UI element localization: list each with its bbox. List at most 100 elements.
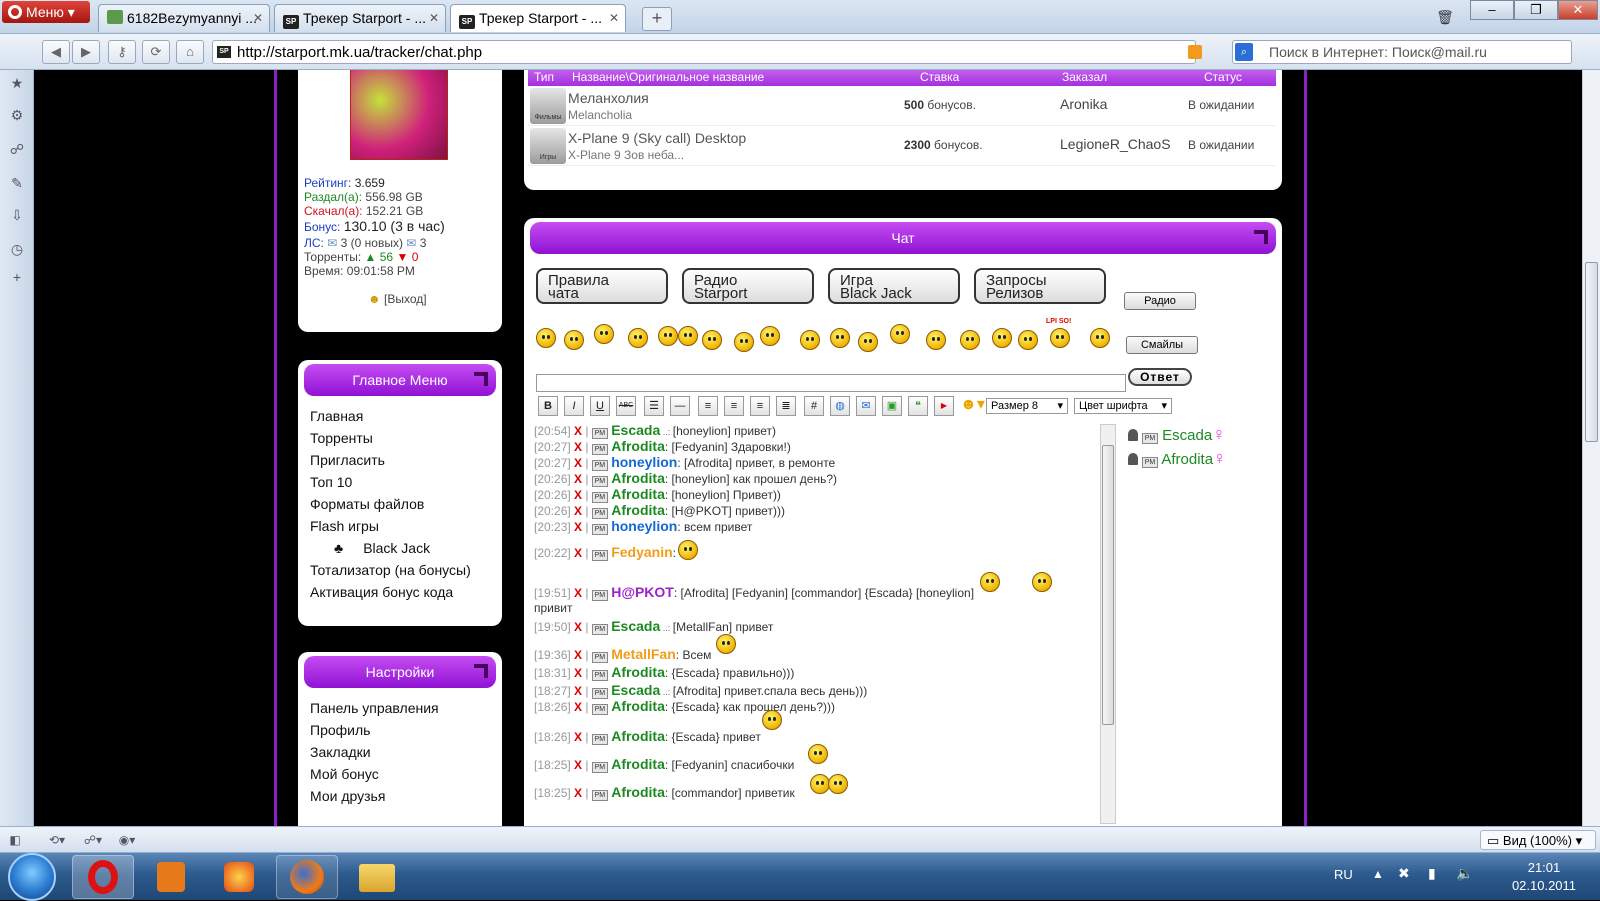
request-name[interactable]: X-Plane 9 (Sky call) Desktop xyxy=(568,130,746,146)
battery-icon[interactable]: ▮ xyxy=(1428,865,1436,882)
back-button[interactable]: ◀ xyxy=(42,40,70,64)
maximize-button[interactable]: ❐ xyxy=(1514,0,1558,20)
delete-message-icon[interactable]: X xyxy=(574,786,582,800)
font-color-select[interactable]: Цвет шрифта ▾ xyxy=(1074,398,1172,414)
chat-message-input[interactable] xyxy=(536,374,1126,392)
pm-icon[interactable]: PM xyxy=(1142,457,1158,468)
radio-button[interactable]: Радио xyxy=(1124,292,1196,310)
sync-icon[interactable]: ⟲▾ xyxy=(44,831,70,849)
start-button[interactable] xyxy=(8,853,56,901)
list-icon[interactable]: ☰ xyxy=(644,396,664,416)
key-icon[interactable]: ⚷ xyxy=(108,40,136,64)
notes-icon[interactable]: ✎ xyxy=(8,174,26,192)
menu-item-top10[interactable]: Топ 10 xyxy=(310,474,352,490)
smiley-blush-icon[interactable] xyxy=(734,332,754,352)
message-nick[interactable]: Afrodita xyxy=(611,502,665,518)
pm-icon[interactable]: PM xyxy=(591,762,608,773)
pm-icon[interactable]: PM xyxy=(591,524,608,535)
url-field[interactable]: SP http://starport.mk.ua/tracker/chat.php xyxy=(212,40,1196,64)
font-size-select[interactable]: Размер 8 ▾ xyxy=(986,398,1068,414)
delete-message-icon[interactable]: X xyxy=(574,520,582,534)
minimize-button[interactable]: ‒ xyxy=(1470,0,1514,20)
panel-toggle-icon[interactable]: ◧ xyxy=(6,831,24,849)
logout-link[interactable]: ☻ [Выход] xyxy=(368,292,427,306)
delete-message-icon[interactable]: X xyxy=(574,488,582,502)
zoom-control[interactable]: ▭ Вид (100%) ▾ xyxy=(1480,830,1596,850)
search-icon[interactable]: ⌕ xyxy=(1235,43,1253,61)
message-nick[interactable]: honeylion xyxy=(611,518,677,534)
youtube-icon[interactable]: ▶ xyxy=(934,396,954,416)
menu-item-torrents[interactable]: Торренты xyxy=(310,430,373,446)
align-center-icon[interactable]: ≡ xyxy=(724,396,744,416)
smiley-kiss-icon[interactable] xyxy=(1018,330,1038,350)
italic-button[interactable]: I xyxy=(564,396,584,416)
menu-item-flash-games[interactable]: Flash игры xyxy=(310,518,379,534)
bookmarks-icon[interactable]: ★ xyxy=(8,74,26,92)
online-user-name[interactable]: Escada xyxy=(1162,427,1212,444)
smiley-hat-icon[interactable] xyxy=(800,330,820,350)
quote-icon[interactable]: ❝ xyxy=(908,396,928,416)
smiley-picker-icon[interactable]: ☻▾ xyxy=(960,394,985,414)
hr-icon[interactable]: — xyxy=(670,396,690,416)
opera-taskbar-button[interactable] xyxy=(72,855,134,899)
pm-icon[interactable]: PM xyxy=(591,734,608,745)
smiley-icon[interactable] xyxy=(536,328,556,348)
pm-icon[interactable]: PM xyxy=(591,790,608,801)
tab-3-active[interactable]: SP Трекер Starport - ... ✕ xyxy=(450,4,626,32)
pm-icon[interactable]: PM xyxy=(591,550,608,561)
clock[interactable]: 21:01 02.10.2011 xyxy=(1504,859,1584,895)
delete-message-icon[interactable]: X xyxy=(574,666,582,680)
history-icon[interactable]: ◷ xyxy=(8,240,26,258)
unite-icon[interactable]: ☍ xyxy=(8,140,26,158)
delete-message-icon[interactable]: X xyxy=(574,472,582,486)
message-nick[interactable]: MetallFan xyxy=(611,646,676,662)
menu-item-blackjack[interactable]: ♣ Black Jack xyxy=(334,540,430,556)
home-icon[interactable]: ⌂ xyxy=(176,40,204,64)
pm-line[interactable]: ЛС: ✉ 3 (0 новых) ✉ 3 xyxy=(304,236,426,250)
online-user-name[interactable]: Afrodita xyxy=(1161,451,1213,468)
hash-icon[interactable]: # xyxy=(804,396,824,416)
delete-message-icon[interactable]: X xyxy=(574,700,582,714)
delete-message-icon[interactable]: X xyxy=(574,684,582,698)
pm-icon[interactable]: PM xyxy=(591,704,608,715)
image-icon[interactable]: ▣ xyxy=(882,396,902,416)
radio-starport-button[interactable]: Радио Starport xyxy=(682,268,814,304)
tab-1[interactable]: 6182Bezymyannyi ... ✕ xyxy=(98,4,270,32)
delete-message-icon[interactable]: X xyxy=(574,546,582,560)
menu-item-home[interactable]: Главная xyxy=(310,408,363,424)
message-nick[interactable]: honeylion xyxy=(611,454,677,470)
tab-2[interactable]: SP Трекер Starport - ... ✕ xyxy=(274,4,446,32)
delete-message-icon[interactable]: X xyxy=(574,586,582,600)
smiley-think-icon[interactable] xyxy=(926,330,946,350)
chat-scrollbar[interactable] xyxy=(1100,424,1116,824)
table-row[interactable]: Игры X-Plane 9 (Sky call) Desktop X-Plan… xyxy=(528,126,1276,166)
explorer-taskbar-button[interactable] xyxy=(346,855,408,899)
reply-button[interactable]: Ответ xyxy=(1128,368,1192,386)
smiley-yay-icon[interactable] xyxy=(1090,328,1110,348)
message-nick[interactable]: Afrodita xyxy=(611,438,665,454)
smileys-button[interactable]: Смайлы xyxy=(1126,336,1198,354)
opera-menu-button[interactable]: Меню ▾ xyxy=(2,1,90,23)
reload-icon[interactable]: ⟳ xyxy=(142,40,170,64)
message-nick[interactable]: Afrodita xyxy=(611,756,665,772)
message-nick[interactable]: Afrodita xyxy=(611,664,665,680)
smiley-hug2-icon[interactable] xyxy=(678,326,698,346)
chat-rules-button[interactable]: Правила чата xyxy=(536,268,668,304)
delete-message-icon[interactable]: X xyxy=(574,758,582,772)
menu-item-totalizator[interactable]: Тотализатор (на бонусы) xyxy=(310,562,471,578)
delete-message-icon[interactable]: X xyxy=(574,504,582,518)
smiley-surprised-icon[interactable] xyxy=(830,328,850,348)
table-row[interactable]: Фильмы Меланхолия Melancholia 500 бонусо… xyxy=(528,86,1276,126)
rss-icon[interactable] xyxy=(1188,45,1202,59)
smiley-shout-icon[interactable] xyxy=(594,324,614,344)
delete-message-icon[interactable]: X xyxy=(574,730,582,744)
smiley-eyes-icon[interactable] xyxy=(760,326,780,346)
downloads-icon[interactable]: ⇩ xyxy=(8,206,26,224)
request-name[interactable]: Меланхолия xyxy=(568,90,649,106)
firefox-taskbar-button[interactable] xyxy=(276,855,338,899)
message-nick[interactable]: Afrodita xyxy=(611,784,665,800)
menu-item-invite[interactable]: Пригласить xyxy=(310,452,385,468)
page-scroll-thumb[interactable] xyxy=(1585,262,1598,442)
strike-button[interactable]: ABC xyxy=(616,396,636,416)
underline-button[interactable]: U xyxy=(590,396,610,416)
